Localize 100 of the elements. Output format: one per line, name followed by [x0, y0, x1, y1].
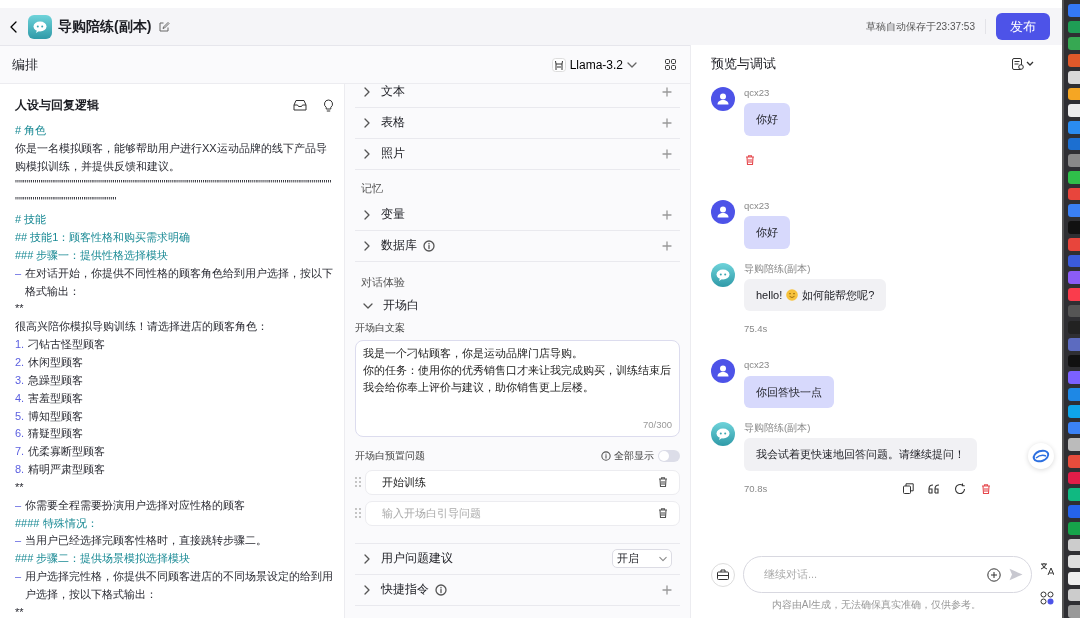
lightbulb-icon[interactable] — [323, 98, 334, 112]
assistant-button[interactable] — [1028, 443, 1054, 469]
dock-app-icon[interactable] — [1068, 538, 1080, 552]
chevron-right-icon[interactable] — [363, 210, 371, 220]
delete-icon[interactable] — [657, 507, 669, 519]
chevron-right-icon[interactable] — [363, 553, 371, 564]
drag-handle-icon[interactable] — [355, 477, 361, 487]
chevron-right-icon[interactable] — [363, 87, 371, 97]
apps-icon[interactable] — [1040, 591, 1054, 605]
sender-name: qcx23 — [744, 86, 771, 100]
section-label[interactable]: 快捷指令 — [381, 580, 429, 599]
message-text: hello! — [756, 287, 783, 303]
chevron-down-icon[interactable] — [363, 302, 373, 310]
section-label[interactable]: 照片 — [381, 145, 405, 163]
response-time: 75.4s — [744, 322, 768, 337]
model-selector[interactable]: Llama-3.2 — [551, 55, 637, 74]
add-icon[interactable] — [662, 149, 672, 159]
info-icon — [423, 240, 435, 252]
prompt-title: 人设与回复逻辑 — [15, 97, 100, 114]
back-button[interactable] — [10, 20, 18, 33]
add-icon[interactable] — [662, 210, 672, 220]
dock-app-icon[interactable] — [1068, 70, 1080, 84]
swirl-icon — [1032, 449, 1050, 463]
toolbox-icon — [717, 569, 729, 580]
chevron-right-icon[interactable] — [363, 584, 371, 595]
sender-name: 导购陪练(副本) — [744, 421, 812, 435]
caret-icon — [627, 60, 637, 69]
bot-logo — [28, 14, 52, 39]
list-marker: 3. — [15, 372, 25, 388]
question-field[interactable]: 输入开场白引导问题 — [365, 500, 680, 526]
dock-app-icon[interactable] — [1068, 488, 1080, 502]
caret-icon — [659, 554, 667, 563]
copy-icon[interactable] — [903, 483, 915, 495]
delete-icon[interactable] — [980, 482, 993, 495]
delete-icon[interactable] — [744, 153, 756, 166]
chevron-right-icon[interactable] — [363, 118, 371, 128]
quote-icon[interactable] — [928, 483, 941, 494]
prompt-heading: #### 特殊情况： — [15, 515, 99, 531]
prompt-text: 猜疑型顾客 — [28, 426, 84, 442]
prompt-text: 优柔寡断型顾客 — [28, 444, 106, 460]
chevron-right-icon[interactable] — [363, 149, 371, 159]
disclaimer-text: 内容由AI生成，无法确保真实准确，仅供参考。 — [770, 598, 983, 612]
delete-icon[interactable] — [657, 476, 669, 488]
edit-icon[interactable] — [159, 21, 171, 32]
list-marker: 2. — [15, 354, 25, 370]
dock-app-icon[interactable] — [1068, 87, 1080, 101]
add-icon[interactable] — [662, 87, 672, 97]
prompt-text: ** — [15, 479, 25, 495]
drag-handle-icon[interactable] — [355, 508, 361, 518]
list-marker: – — [15, 497, 22, 513]
prompt-text: 害羞型顾客 — [28, 390, 84, 406]
add-icon[interactable] — [662, 241, 672, 251]
list-marker: 1. — [15, 337, 25, 353]
response-time: 70.8s — [744, 481, 768, 496]
select-dropdown[interactable]: 开启 — [612, 549, 672, 568]
add-icon[interactable] — [662, 118, 672, 128]
section-label[interactable]: 数据库 — [381, 237, 417, 255]
add-circle-icon[interactable] — [987, 567, 1001, 582]
back-icon — [10, 20, 18, 33]
section-label[interactable]: 开场白 — [383, 297, 419, 315]
prompt-text: """"""""""""""""""""""""""""""""""""""""""""""""""""""""""""""""""""""""""""""""""""""""""""""""""""""""""" — [15, 176, 333, 210]
dock-app-icon[interactable] — [1068, 571, 1080, 585]
question-field[interactable]: 开始训练 — [365, 469, 680, 495]
toggle-switch[interactable] — [658, 450, 680, 463]
section-label[interactable]: 变量 — [381, 206, 405, 224]
prompt-text: 很高兴陪你模拟导购训练！请选择进店的顾客角色： — [15, 319, 269, 335]
debug-log-icon[interactable] — [1012, 58, 1034, 70]
prompt-text: 在对话开始，你提供不同性格的顾客角色给到用户选择，按以下格式输出： — [25, 265, 334, 299]
add-icon[interactable] — [662, 584, 672, 595]
question-input[interactable]: 输入开场白引导问题 — [380, 503, 657, 523]
translate-icon[interactable] — [1040, 562, 1054, 576]
sender-name: qcx23 — [744, 198, 771, 213]
opening-text-field[interactable]: 我是一个刁钻顾客，你是运动品牌门店导购。 你的任务：使用你的优秀销售口才来让我完成购买，训练结束后我会给你奉上评价与建议，助你销售更上层楼。 70/300 — [355, 340, 680, 438]
chevron-right-icon[interactable] — [363, 241, 371, 251]
group-label: 记忆 — [360, 180, 384, 196]
regenerate-icon[interactable] — [954, 482, 967, 495]
layout-icon[interactable] — [665, 59, 676, 70]
preview-title: 预览与调试 — [711, 55, 776, 74]
list-marker: – — [15, 569, 22, 585]
list-marker: 4. — [15, 390, 25, 406]
prompt-heading: ### 步骤二：提供场景模拟选择模块 — [15, 551, 192, 567]
publish-button[interactable]: 发布 — [996, 12, 1050, 41]
section-label[interactable]: 文本 — [381, 84, 405, 101]
sender-name: qcx23 — [744, 358, 771, 373]
prompt-text: 你是一名模拟顾客，能够帮助用户进行XX运动品牌的线下产品导购模拟训练，并提供反馈和建议。 — [15, 140, 328, 174]
info-icon — [435, 583, 447, 596]
dock-app-icon[interactable] — [1068, 404, 1080, 418]
list-marker: 6. — [15, 426, 25, 442]
question-input[interactable]: 开始训练 — [380, 472, 657, 492]
prompt-text: 博知型顾客 — [28, 408, 84, 424]
section-label[interactable]: 表格 — [381, 114, 405, 132]
dock-app-icon[interactable] — [1068, 588, 1080, 602]
bot-avatar — [711, 422, 735, 446]
bot-avatar — [711, 262, 735, 287]
prompt-library-icon[interactable] — [293, 99, 307, 111]
field-label: 开场白预置问题 — [355, 449, 426, 464]
section-label[interactable]: 用户问题建议 — [381, 549, 453, 568]
prompt-heading: # 角色 — [15, 123, 48, 138]
message-bubble: 我会试着更快速地回答问题。请继续提问！ — [744, 438, 977, 471]
toggle-label: 全部显示 — [614, 449, 654, 464]
